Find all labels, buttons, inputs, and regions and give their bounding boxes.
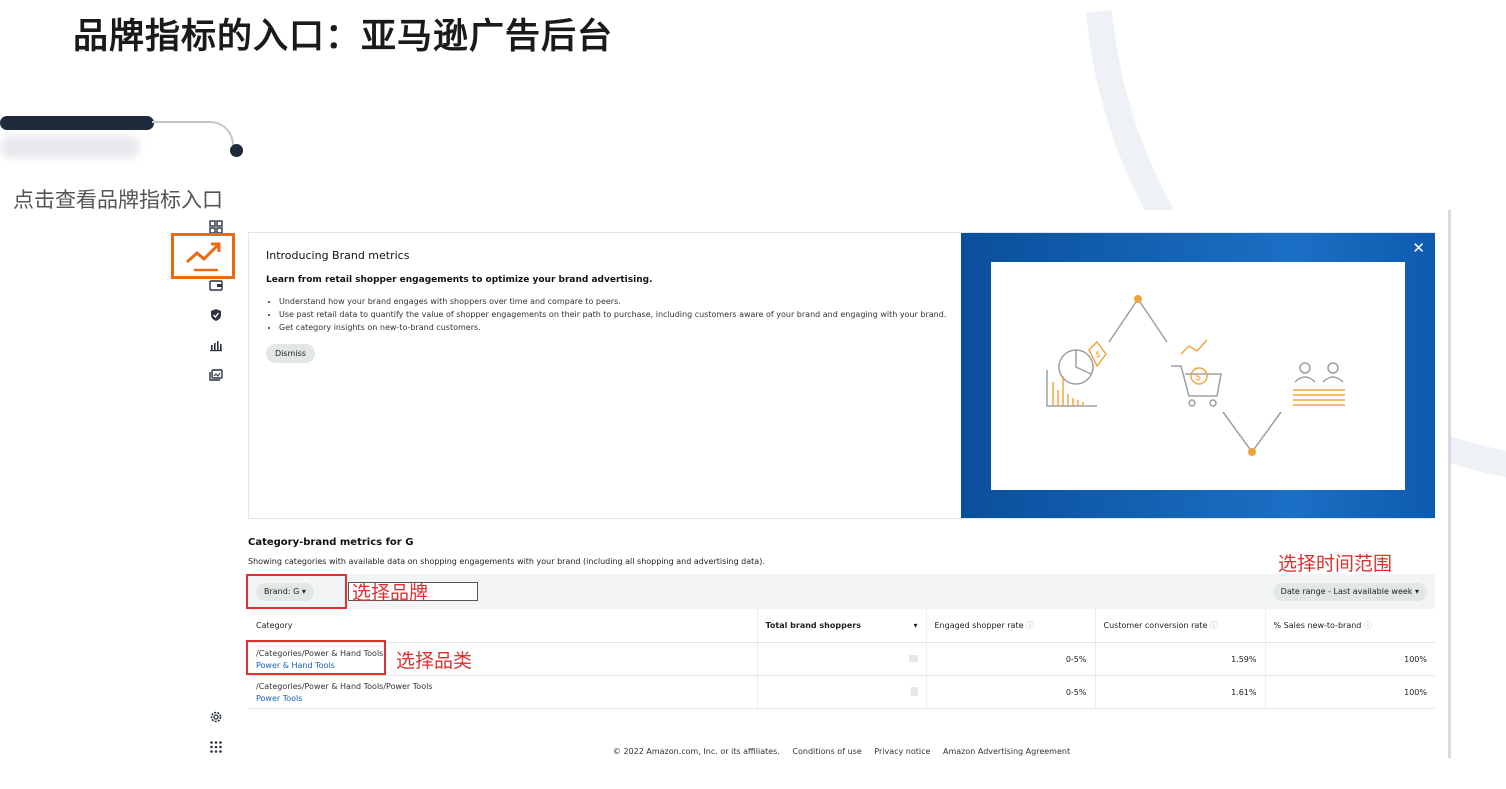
settings-icon[interactable] [208,710,224,726]
intro-bullet: Get category insights on new-to-brand cu… [279,321,956,334]
category-cell: /Categories/Power & Hand Tools/Power Too… [248,675,757,709]
brand-metrics-illustration: $ $ [991,262,1405,490]
sales-new-to-brand-cell: 100% [1264,642,1435,676]
brand-metrics-intro-card: Introducing Brand metrics Learn from ret… [248,232,1435,519]
redacted-value-icon [908,654,918,662]
category-path: /Categories/Power & Hand Tools/Power Too… [256,681,433,691]
brand-annotation-label: 选择品牌 [352,582,429,604]
intro-bullet-list: Understand how your brand engages with s… [266,295,956,334]
table-row: /Categories/Power & Hand Tools/Power Too… [248,675,1435,709]
category-annotation-label: 选择品类 [396,650,473,672]
gallery-icon[interactable] [208,368,224,384]
column-header-sales-new-to-brand[interactable]: % Sales new-to-brand ⓘ [1264,609,1435,643]
slide-subtitle: 点击查看品牌指标入口 [13,188,223,212]
decor-bar [0,116,154,130]
close-icon[interactable]: ✕ [1412,239,1425,257]
intro-lead: Learn from retail shopper engagements to… [266,275,653,285]
info-icon[interactable]: ⓘ [1026,621,1034,630]
column-header-label: Total brand shoppers [765,621,861,630]
date-annotation-label: 选择时间范围 [1278,553,1393,575]
wallet-icon[interactable] [208,278,224,294]
category-brand-title: Category-brand metrics for G [248,537,414,548]
footer-link-privacy[interactable]: Privacy notice [874,747,930,756]
sort-chevron-icon[interactable]: ▾ [913,621,917,630]
apps-icon[interactable] [208,740,224,756]
console-screenshot: Introducing Brand metrics Learn from ret… [197,210,1451,760]
sidebar-rail [197,210,239,760]
page-footer: © 2022 Amazon.com, Inc. or its affiliate… [248,747,1435,756]
illustration-svg: $ $ [1046,295,1345,456]
engaged-shopper-rate-cell: 0-5% [925,642,1095,676]
info-icon[interactable]: ⓘ [1364,621,1372,630]
date-range-value: Date range - Last available week [1280,587,1413,596]
dismiss-button[interactable]: Dismiss [266,344,315,363]
column-header-label: Customer conversion rate [1103,621,1208,630]
decor-connector-line [152,121,234,151]
column-header-customer-conversion-rate[interactable]: Customer conversion rate ⓘ [1094,609,1265,643]
customer-conversion-rate-cell: 1.61% [1094,675,1265,709]
total-brand-shoppers-cell [756,642,926,676]
engaged-shopper-rate-cell: 0-5% [925,675,1095,709]
column-header-engaged-shopper-rate[interactable]: Engaged shopper rate ⓘ [925,609,1095,643]
column-header-category[interactable]: Category [248,609,757,643]
column-header-label: % Sales new-to-brand [1273,621,1362,630]
sales-new-to-brand-cell: 100% [1264,675,1435,709]
footer-link-agreement[interactable]: Amazon Advertising Agreement [943,747,1070,756]
category-brand-description: Showing categories with available data o… [248,557,765,566]
redacted-value-icon [910,686,918,696]
intro-bullet: Understand how your brand engages with s… [279,295,956,308]
decor-dot [230,144,243,157]
total-brand-shoppers-cell [756,675,926,709]
table-header-row: Category Total brand shoppers ▾ Engaged s… [248,609,1435,643]
copyright-text: © 2022 Amazon.com, Inc. or its affiliate… [612,747,780,756]
svg-text:$: $ [1095,350,1101,360]
svg-text:$: $ [1195,372,1201,383]
customer-conversion-rate-cell: 1.59% [1094,642,1265,676]
shield-icon[interactable] [208,308,224,324]
category-annotation-box [246,640,386,675]
column-header-label: Engaged shopper rate [934,621,1024,630]
column-header-total-brand-shoppers[interactable]: Total brand shoppers ▾ [756,609,926,643]
trend-icon [185,242,221,272]
intro-banner: ✕ $ $ [961,233,1435,518]
brand-select-annotation-box [246,574,347,609]
footer-link-conditions[interactable]: Conditions of use [792,747,861,756]
intro-title: Introducing Brand metrics [266,249,410,262]
brand-metrics-entry-highlight[interactable] [171,233,235,279]
date-range-select[interactable]: Date range - Last available week ▾ [1272,583,1427,601]
category-link[interactable]: Power Tools [256,694,749,703]
chevron-down-icon: ▾ [1414,587,1419,596]
bar-chart-icon[interactable] [208,338,224,354]
slide-title: 品牌指标的入口：亚马逊广告后台 [73,17,614,57]
info-icon[interactable]: ⓘ [1210,621,1218,630]
intro-bullet: Use past retail data to quantify the val… [279,308,956,321]
decor-shadow [0,136,140,158]
screenshot-edge [1448,210,1451,758]
